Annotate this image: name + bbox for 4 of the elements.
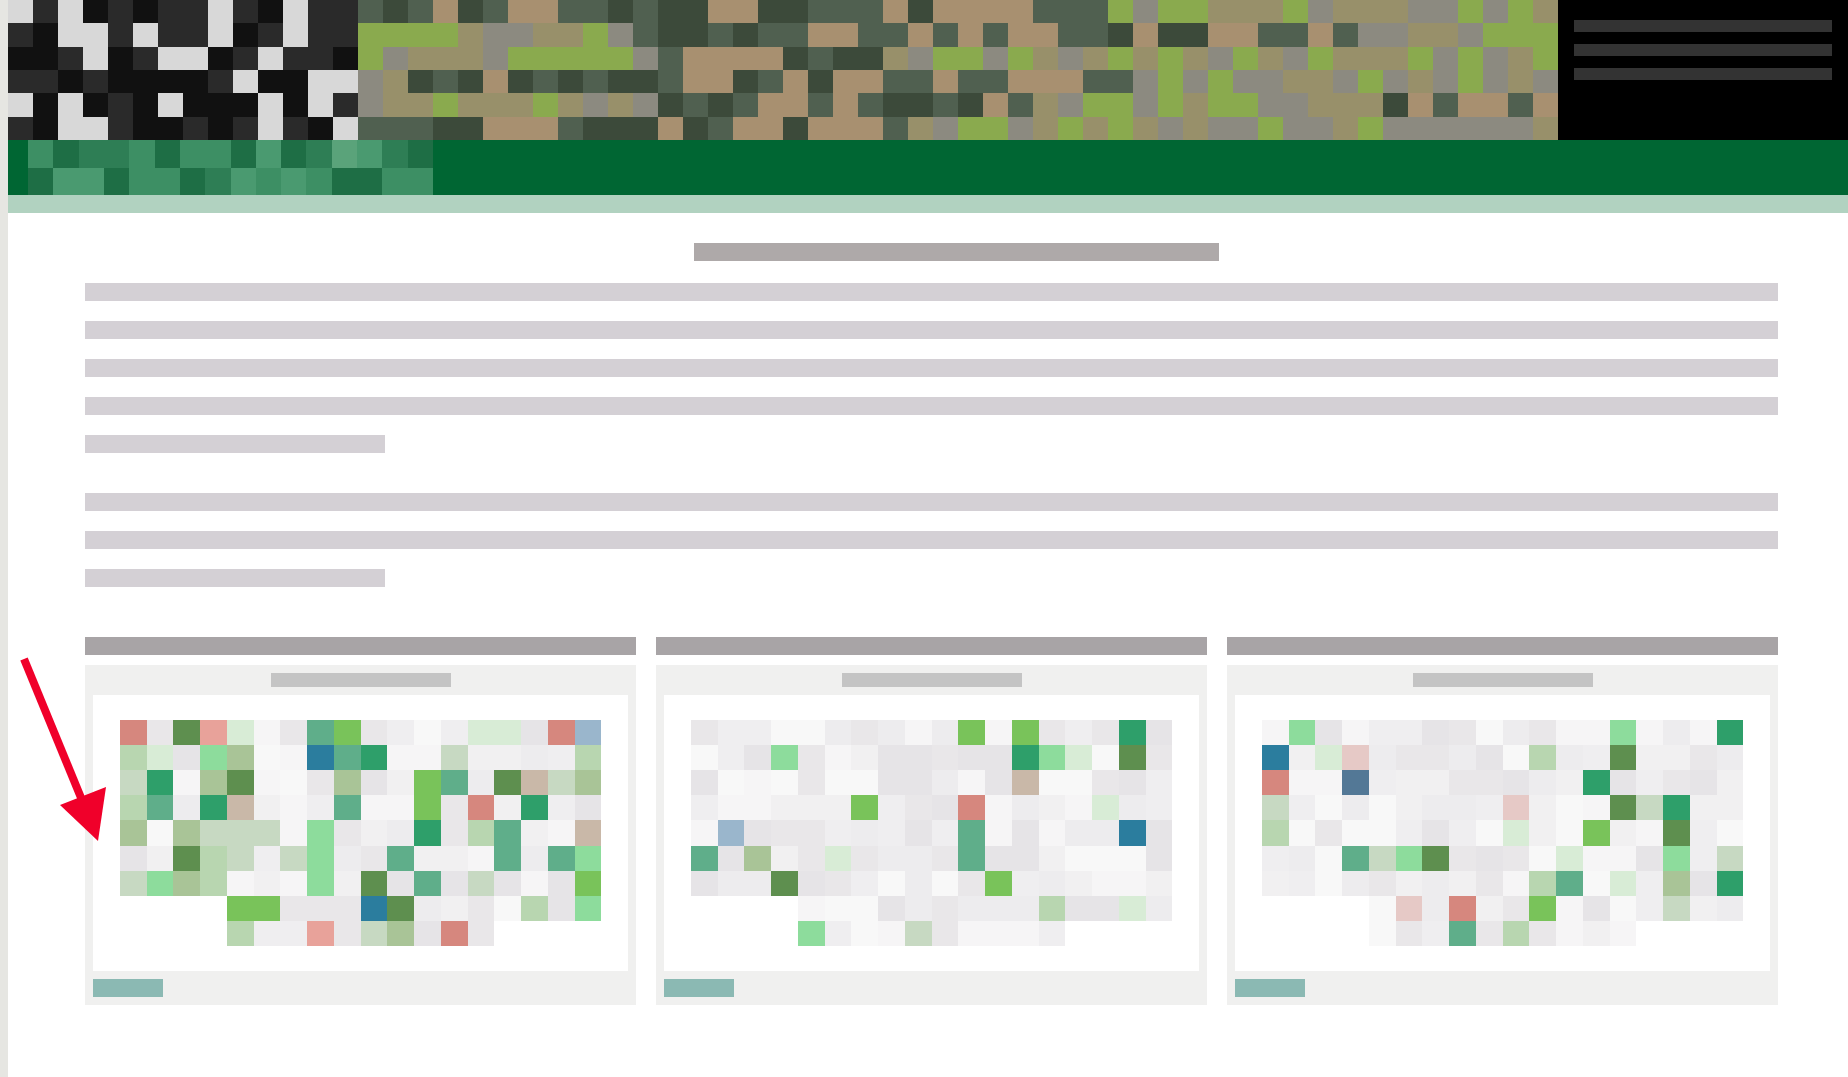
- pixelated-legend: [664, 979, 734, 997]
- pixelated-legend: [1235, 979, 1305, 997]
- pixelated-menu[interactable]: [28, 140, 433, 195]
- pixelated-legend: [93, 979, 163, 997]
